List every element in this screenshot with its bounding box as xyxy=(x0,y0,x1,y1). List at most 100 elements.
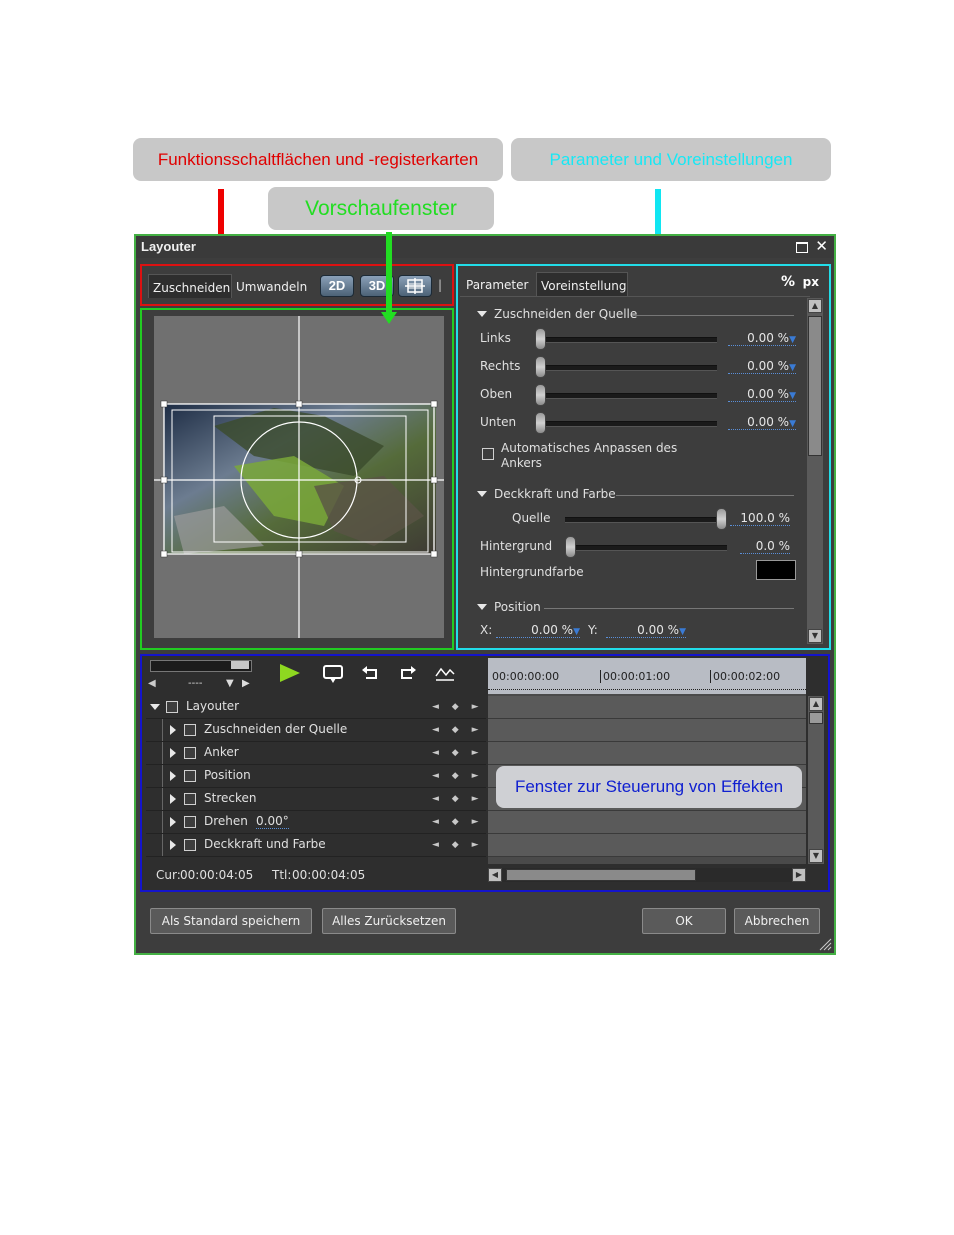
crop-right-knob[interactable] xyxy=(535,356,546,378)
grid-icon[interactable] xyxy=(398,275,432,297)
timeline-scrollbar[interactable]: ▲ ▼ xyxy=(808,696,824,864)
source-knob[interactable] xyxy=(716,508,727,530)
expand-icon[interactable] xyxy=(150,704,160,710)
background-value[interactable]: 0.0 % xyxy=(740,539,790,554)
crop-left-slider[interactable] xyxy=(542,337,717,343)
zoom-slider-thumb[interactable] xyxy=(231,661,249,669)
graph-icon[interactable] xyxy=(434,664,456,684)
zoom-slider[interactable] xyxy=(150,660,252,672)
auto-anchor-checkbox[interactable] xyxy=(482,448,494,460)
preview-loop-icon[interactable] xyxy=(322,664,344,684)
crop-left-value[interactable]: 0.00 %▼ xyxy=(728,331,796,346)
crop-top-value[interactable]: 0.00 %▼ xyxy=(728,387,796,402)
crop-bottom-value[interactable]: 0.00 %▼ xyxy=(728,415,796,430)
tree-row[interactable]: Position ◄ ◆ ► xyxy=(146,765,486,788)
source-value[interactable]: 100.0 % xyxy=(730,511,790,526)
tree-checkbox[interactable] xyxy=(184,793,196,805)
expand-icon[interactable] xyxy=(170,794,176,804)
redo-icon[interactable] xyxy=(396,664,418,684)
expand-icon[interactable] xyxy=(170,748,176,758)
view-2d-button[interactable]: 2D xyxy=(320,275,354,297)
keyframe-nav-icon[interactable]: ◄ ◆ ► xyxy=(432,748,484,758)
expand-icon[interactable] xyxy=(170,840,176,850)
crop-bottom-knob[interactable] xyxy=(535,412,546,434)
reset-all-button[interactable]: Alles Zurücksetzen xyxy=(322,908,456,934)
timeline-track[interactable] xyxy=(488,811,806,834)
save-default-button[interactable]: Als Standard speichern xyxy=(150,908,312,934)
timeline-track[interactable] xyxy=(488,742,806,765)
dropdown-left-icon[interactable]: ◀ xyxy=(148,678,156,689)
tab-preset[interactable]: Voreinstellung xyxy=(536,272,628,296)
scroll-down-icon[interactable]: ▼ xyxy=(808,629,822,643)
tab-parameter[interactable]: Parameter xyxy=(462,272,538,296)
timeline-scroll-down-icon[interactable]: ▼ xyxy=(809,849,823,863)
crop-top-knob[interactable] xyxy=(535,384,546,406)
preview-canvas[interactable] xyxy=(154,316,444,638)
timeline-hscroll[interactable]: ◀ ▶ xyxy=(488,868,806,882)
keyframe-nav-icon[interactable]: ◄ ◆ ► xyxy=(432,794,484,804)
hscroll-right-icon[interactable]: ▶ xyxy=(792,868,806,882)
crop-top-slider[interactable] xyxy=(542,393,717,399)
undo-icon[interactable] xyxy=(360,664,382,684)
tree-checkbox[interactable] xyxy=(184,747,196,759)
expand-icon[interactable] xyxy=(170,725,176,735)
tree-checkbox[interactable] xyxy=(184,724,196,736)
expand-icon[interactable] xyxy=(170,817,176,827)
unit-percent-button[interactable]: % xyxy=(781,274,795,290)
tree-row[interactable]: Deckkraft und Farbe ◄ ◆ ► xyxy=(146,834,486,857)
hscroll-left-icon[interactable]: ◀ xyxy=(488,868,502,882)
preview-image[interactable] xyxy=(154,316,444,638)
collapse-crop-icon[interactable] xyxy=(477,311,487,317)
tree-checkbox[interactable] xyxy=(184,816,196,828)
timeline[interactable]: 00:00:00:00 00:00:01:00 00:00:02:00 Fens… xyxy=(488,658,806,864)
expand-icon[interactable] xyxy=(170,771,176,781)
unit-px-button[interactable]: px xyxy=(803,275,819,289)
dropdown-down-icon[interactable]: ▼ xyxy=(226,678,234,689)
close-icon[interactable]: ✕ xyxy=(815,237,828,255)
timeline-scroll-up-icon[interactable]: ▲ xyxy=(809,697,823,711)
hscroll-thumb[interactable] xyxy=(506,869,696,881)
keyframe-nav-icon[interactable]: ◄ ◆ ► xyxy=(432,840,484,850)
param-scroll-thumb[interactable] xyxy=(808,316,822,456)
tab-transform[interactable]: Umwandeln xyxy=(232,274,312,298)
restore-icon[interactable] xyxy=(796,242,808,253)
rotation-value[interactable]: 0.00° xyxy=(256,814,289,829)
timeline-track[interactable] xyxy=(488,834,806,857)
tree-row[interactable]: Drehen 0.00° ◄ ◆ ► xyxy=(146,811,486,834)
tab-crop[interactable]: Zuschneiden xyxy=(148,274,232,298)
source-slider[interactable] xyxy=(565,517,720,523)
crop-right-slider[interactable] xyxy=(542,365,717,371)
keyframe-nav-icon[interactable]: ◄ ◆ ► xyxy=(432,702,484,712)
tree-row[interactable]: Strecken ◄ ◆ ► xyxy=(146,788,486,811)
x-value[interactable]: 0.00 %▼ xyxy=(496,623,580,638)
tree-row[interactable]: Zuschneiden der Quelle ◄ ◆ ► xyxy=(146,719,486,742)
cancel-button[interactable]: Abbrechen xyxy=(734,908,820,934)
collapse-opacity-icon[interactable] xyxy=(477,491,487,497)
dropdown-right-icon[interactable]: ▶ xyxy=(242,678,250,689)
play-icon[interactable] xyxy=(280,664,300,682)
keyframe-nav-icon[interactable]: ◄ ◆ ► xyxy=(432,817,484,827)
timeline-ruler[interactable]: 00:00:00:00 00:00:01:00 00:00:02:00 xyxy=(488,658,806,694)
param-scrollbar[interactable]: ▲ ▼ xyxy=(807,298,823,644)
timeline-track[interactable] xyxy=(488,696,806,719)
crop-bottom-slider[interactable] xyxy=(542,421,717,427)
scroll-up-icon[interactable]: ▲ xyxy=(808,299,822,313)
bgcolor-swatch[interactable] xyxy=(756,560,796,580)
crop-left-knob[interactable] xyxy=(535,328,546,350)
y-value[interactable]: 0.00 %▼ xyxy=(606,623,686,638)
resize-grip-icon[interactable] xyxy=(816,935,832,951)
ok-button[interactable]: OK xyxy=(642,908,726,934)
background-slider[interactable] xyxy=(572,545,727,551)
dropdown[interactable]: ◀ ---- ▼ ▶ xyxy=(148,678,252,694)
collapse-position-icon[interactable] xyxy=(477,604,487,610)
keyframe-nav-icon[interactable]: ◄ ◆ ► xyxy=(432,771,484,781)
crop-right-value[interactable]: 0.00 %▼ xyxy=(728,359,796,374)
keyframe-nav-icon[interactable]: ◄ ◆ ► xyxy=(432,725,484,735)
timeline-scroll-thumb[interactable] xyxy=(809,712,823,724)
tree-checkbox[interactable] xyxy=(184,770,196,782)
timeline-track[interactable] xyxy=(488,719,806,742)
tree-row[interactable]: Anker ◄ ◆ ► xyxy=(146,742,486,765)
tree-checkbox[interactable] xyxy=(166,701,178,713)
tree-checkbox[interactable] xyxy=(184,839,196,851)
tree-row[interactable]: Layouter ◄ ◆ ► xyxy=(146,696,486,719)
